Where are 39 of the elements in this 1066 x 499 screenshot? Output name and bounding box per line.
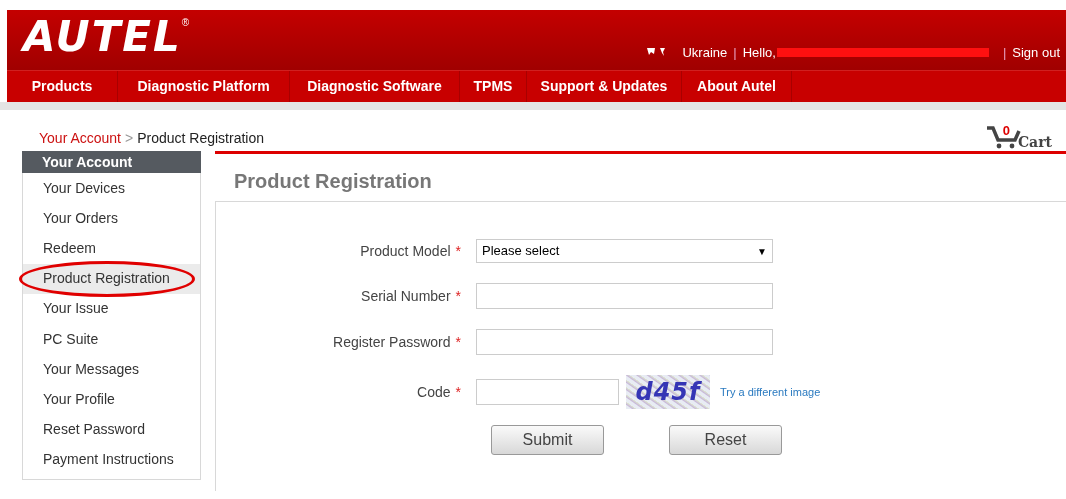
password-field[interactable] — [476, 329, 773, 355]
breadcrumb-link[interactable]: Your Account — [39, 128, 121, 149]
field-label: Product Model — [360, 241, 451, 261]
breadcrumb-separator: > — [125, 129, 134, 148]
greeting-text: Hello, — [742, 43, 776, 62]
separator: | — [733, 43, 737, 62]
sign-out-link[interactable]: Sign out — [1012, 42, 1060, 62]
sidebar-item[interactable]: Your Profile — [23, 384, 200, 415]
sidebar-header: Your Account — [22, 151, 201, 173]
input-field[interactable] — [476, 283, 773, 309]
sidebar-item[interactable]: Your Devices — [23, 173, 200, 204]
sidebar-item[interactable]: Reset Password — [23, 414, 200, 445]
field-label: Register Password — [333, 332, 451, 352]
dropdown-arrow-icon: ▼ — [757, 243, 767, 259]
breadcrumb-current: Product Registration — [137, 129, 265, 148]
registered-mark: ® — [181, 18, 190, 28]
cart-link[interactable]: Cart — [1017, 135, 1052, 149]
separator: | — [1002, 43, 1007, 62]
sidebar-item[interactable]: Your Messages — [23, 354, 200, 385]
sidebar-item[interactable]: Redeem — [23, 233, 200, 264]
reset-button[interactable]: Reset — [669, 425, 782, 455]
country-link[interactable]: Ukraine — [682, 42, 728, 62]
input-field[interactable] — [476, 379, 619, 405]
captcha-refresh-link[interactable]: Try a different image — [720, 383, 821, 401]
cart-count: 0 — [1002, 124, 1010, 137]
page-title: Product Registration — [233, 169, 433, 194]
required-mark: * — [455, 382, 461, 402]
required-mark: * — [455, 241, 461, 261]
required-mark: * — [455, 332, 461, 352]
field-label: Code — [417, 382, 451, 402]
sidebar-item[interactable]: PC Suite — [23, 323, 200, 355]
submit-button[interactable]: Submit — [491, 425, 604, 455]
sidebar-item[interactable]: Your Issue — [23, 293, 200, 324]
sidebar-item[interactable]: Payment Instructions — [23, 444, 200, 475]
captcha-image: d45f — [626, 375, 710, 409]
product-model-select[interactable]: Please select ▼ — [476, 239, 773, 263]
required-mark: * — [455, 286, 461, 306]
field-label: Serial Number — [361, 286, 451, 306]
sidebar-item[interactable]: Your Orders — [23, 203, 200, 234]
